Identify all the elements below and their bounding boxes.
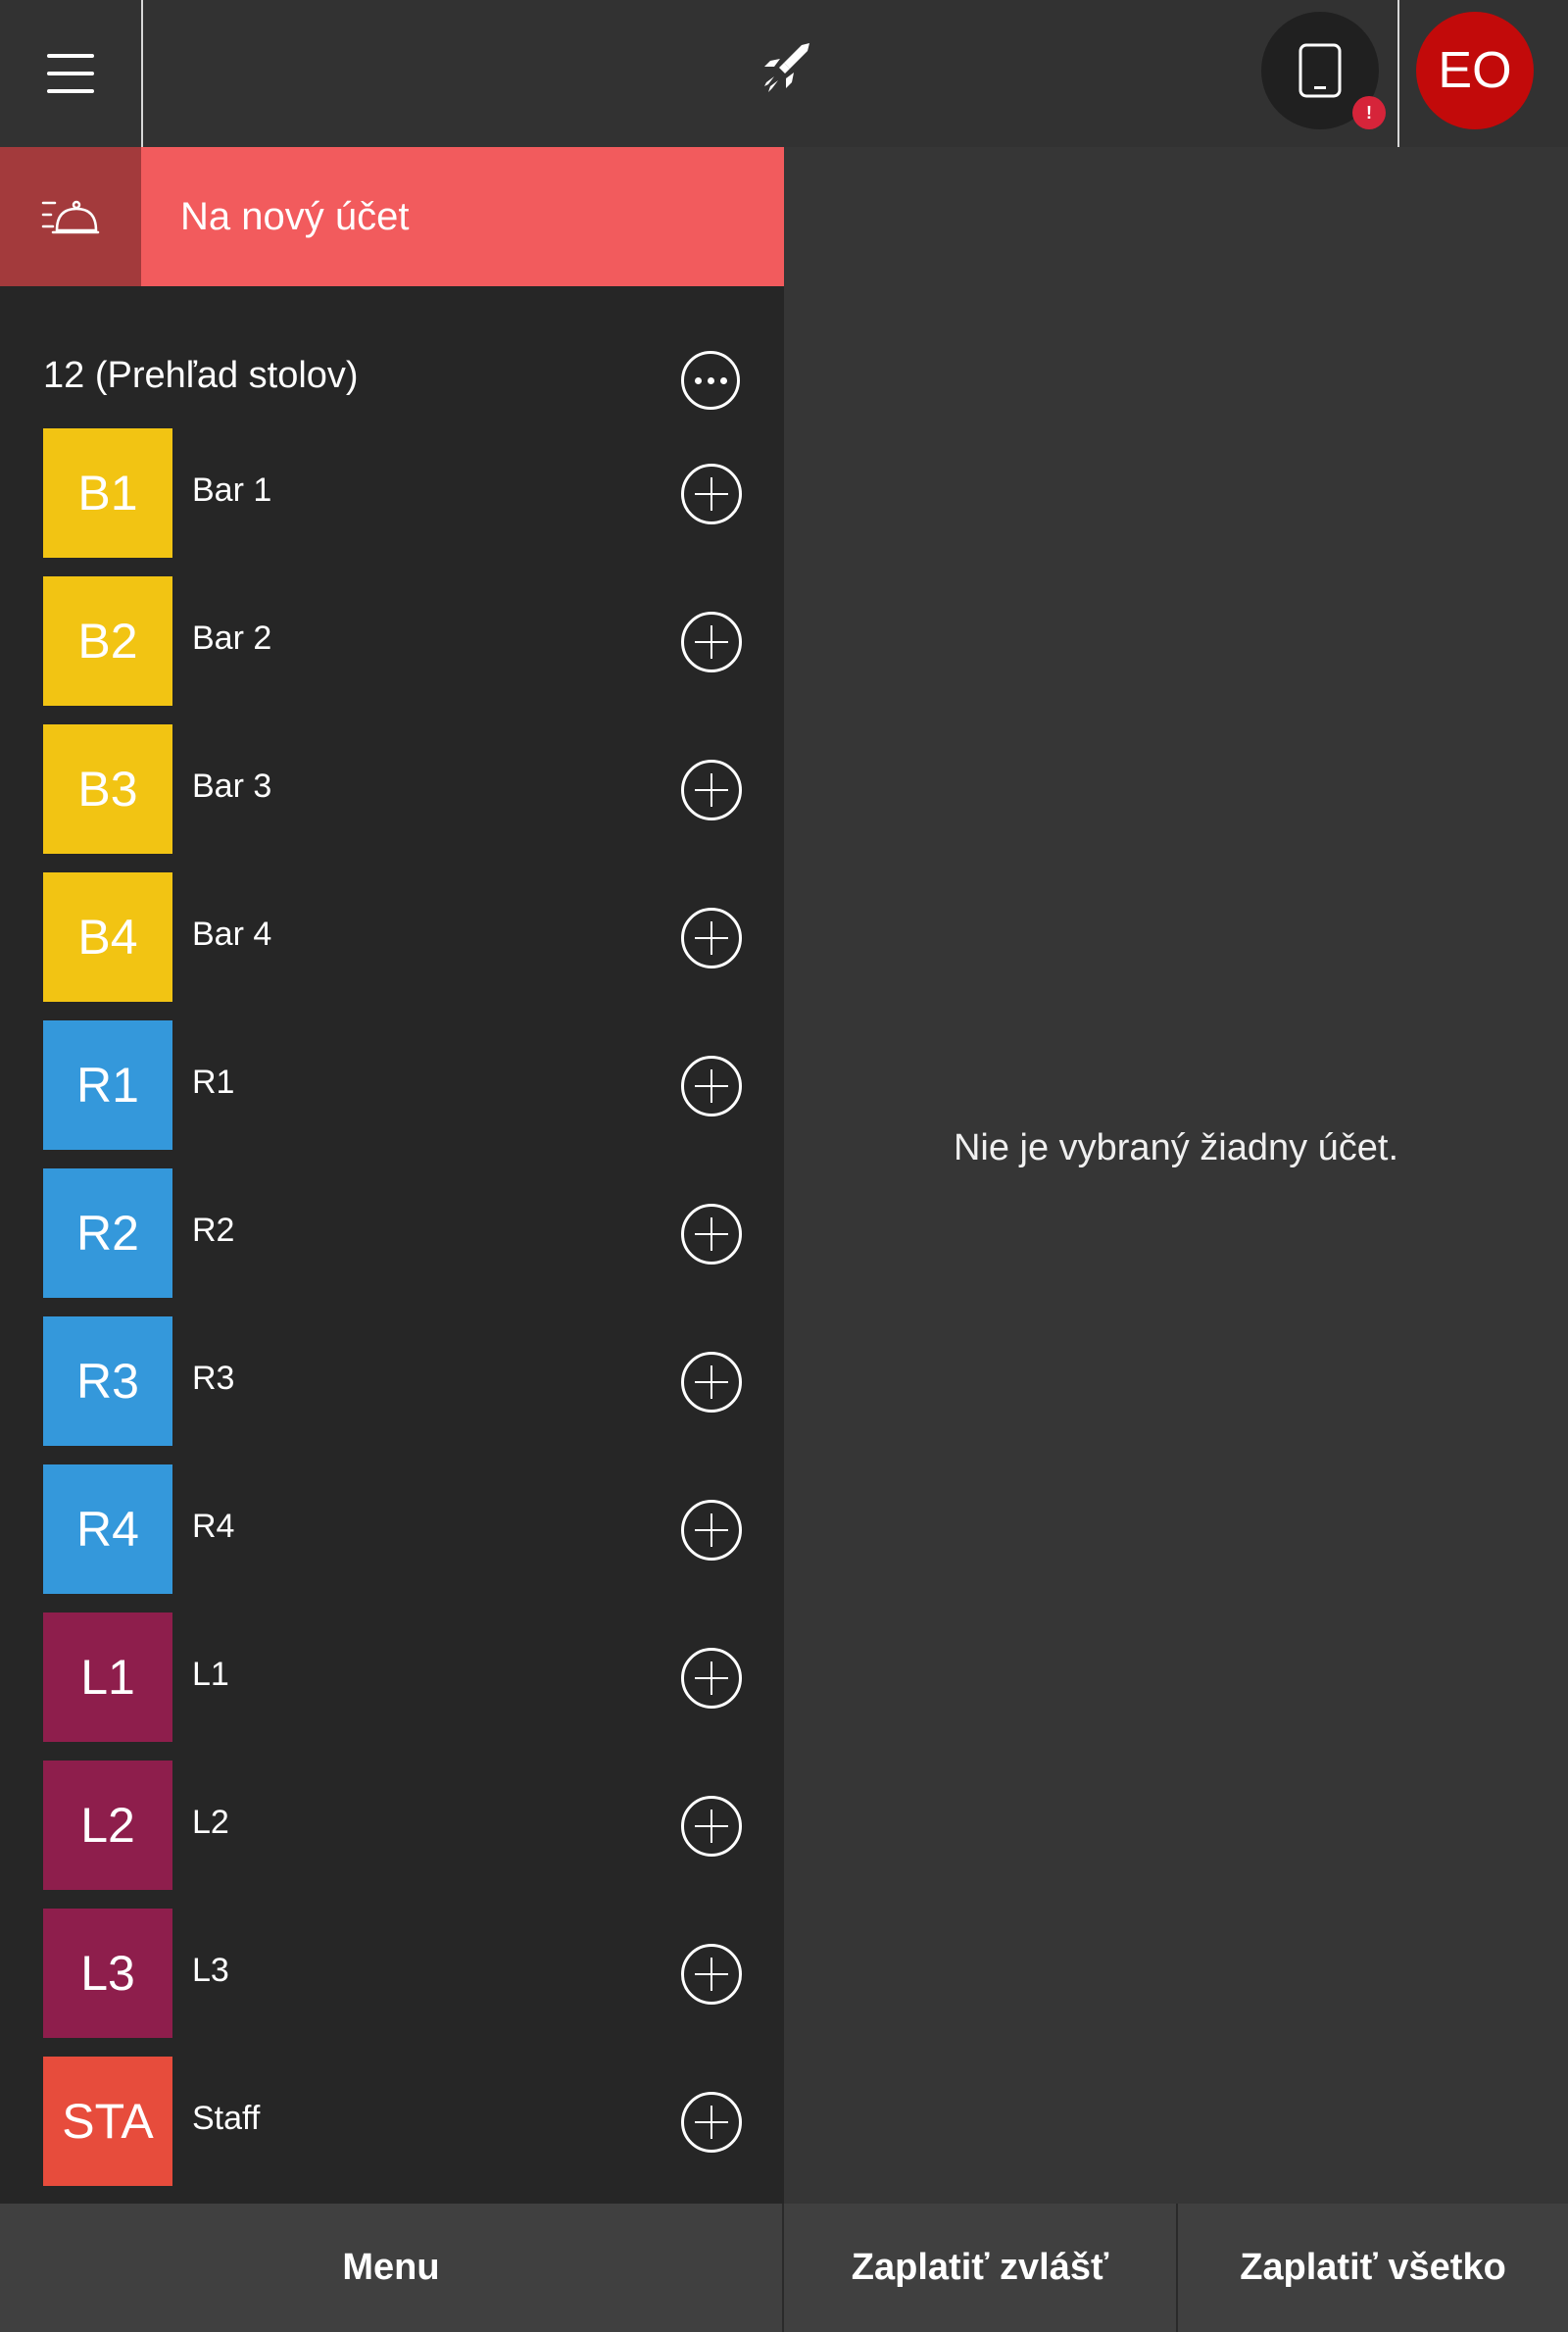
table-code-badge[interactable]: STA	[43, 2057, 172, 2186]
table-row[interactable]: STA Staff	[43, 2057, 745, 2205]
more-options-button[interactable]	[681, 351, 740, 410]
table-name[interactable]: Bar 2	[192, 620, 271, 658]
table-code-badge[interactable]: L1	[43, 1613, 172, 1742]
account-detail-panel: Nie je vybraný žiadny účet.	[784, 147, 1568, 2204]
table-name[interactable]: R4	[192, 1508, 234, 1546]
table-code-badge[interactable]: L3	[43, 1909, 172, 2038]
table-name[interactable]: R2	[192, 1212, 234, 1250]
add-account-plus-icon[interactable]	[681, 1352, 742, 1413]
table-row[interactable]: L3 L3	[43, 1909, 745, 2057]
add-account-plus-icon[interactable]	[681, 464, 742, 524]
table-name[interactable]: L3	[192, 1952, 229, 1990]
bottom-action-bar: Menu Zaplatiť zvlášť Zaplatiť všetko	[0, 2204, 1568, 2332]
more-horizontal-icon	[694, 376, 702, 384]
table-code-badge[interactable]: R4	[43, 1464, 172, 1594]
tables-panel: Na nový účet 12 (Prehľad stolov) B1 Bar 1…	[0, 147, 784, 2204]
hamburger-icon	[47, 54, 94, 93]
add-account-plus-icon[interactable]	[681, 1056, 742, 1116]
add-account-plus-icon[interactable]	[681, 760, 742, 820]
table-row[interactable]: B4 Bar 4	[43, 872, 745, 1020]
device-alert-badge: !	[1352, 96, 1386, 129]
table-row[interactable]: L2 L2	[43, 1761, 745, 1909]
add-account-plus-icon[interactable]	[681, 2092, 742, 2153]
pay-separately-button[interactable]: Zaplatiť zvlášť	[784, 2204, 1176, 2332]
table-name[interactable]: Bar 1	[192, 471, 271, 510]
table-row[interactable]: R2 R2	[43, 1168, 745, 1316]
serving-bell-icon	[41, 200, 100, 234]
table-name[interactable]: R1	[192, 1064, 234, 1102]
table-row[interactable]: L1 L1	[43, 1613, 745, 1761]
add-account-plus-icon[interactable]	[681, 1796, 742, 1857]
table-code-badge[interactable]: R3	[43, 1316, 172, 1446]
menu-button[interactable]: Menu	[0, 2204, 782, 2332]
table-code-badge[interactable]: B2	[43, 576, 172, 706]
new-account-label: Na nový účet	[141, 147, 784, 286]
add-account-plus-icon[interactable]	[681, 908, 742, 968]
table-code-badge[interactable]: B4	[43, 872, 172, 1002]
tables-list: B1 Bar 1 B2 Bar 2 B3 Bar 3 B4 Bar 4 R1 R1 R2 R2 R3 R3…	[43, 428, 745, 2205]
top-bar: ! EO	[0, 0, 1568, 147]
add-account-plus-icon[interactable]	[681, 1944, 742, 2005]
tables-section-title: 12 (Prehľad stolov)	[43, 355, 359, 396]
rocket-icon[interactable]	[755, 39, 813, 98]
header-divider	[141, 0, 143, 147]
table-row[interactable]: B2 Bar 2	[43, 576, 745, 724]
table-name[interactable]: Staff	[192, 2100, 260, 2138]
add-account-plus-icon[interactable]	[681, 612, 742, 672]
table-name[interactable]: Bar 3	[192, 768, 271, 806]
header-divider-right	[1397, 0, 1399, 147]
table-code-badge[interactable]: R2	[43, 1168, 172, 1298]
empty-state-message: Nie je vybraný žiadny účet.	[953, 1127, 1399, 1168]
table-name[interactable]: L1	[192, 1656, 229, 1694]
table-code-badge[interactable]: B3	[43, 724, 172, 854]
table-row[interactable]: R3 R3	[43, 1316, 745, 1464]
user-avatar[interactable]: EO	[1416, 12, 1534, 129]
table-row[interactable]: B1 Bar 1	[43, 428, 745, 576]
table-row[interactable]: B3 Bar 3	[43, 724, 745, 872]
table-code-badge[interactable]: B1	[43, 428, 172, 558]
table-row[interactable]: R1 R1	[43, 1020, 745, 1168]
hamburger-menu-button[interactable]	[0, 0, 141, 147]
tablet-icon	[1298, 43, 1342, 98]
table-code-badge[interactable]: L2	[43, 1761, 172, 1890]
new-account-button[interactable]: Na nový účet	[0, 147, 784, 286]
add-account-plus-icon[interactable]	[681, 1648, 742, 1709]
add-account-plus-icon[interactable]	[681, 1500, 742, 1561]
table-code-badge[interactable]: R1	[43, 1020, 172, 1150]
table-name[interactable]: R3	[192, 1360, 234, 1398]
new-account-icon-box	[0, 147, 141, 286]
add-account-plus-icon[interactable]	[681, 1204, 742, 1265]
table-name[interactable]: L2	[192, 1804, 229, 1842]
table-row[interactable]: R4 R4	[43, 1464, 745, 1613]
pay-all-button[interactable]: Zaplatiť všetko	[1178, 2204, 1568, 2332]
table-name[interactable]: Bar 4	[192, 916, 271, 954]
